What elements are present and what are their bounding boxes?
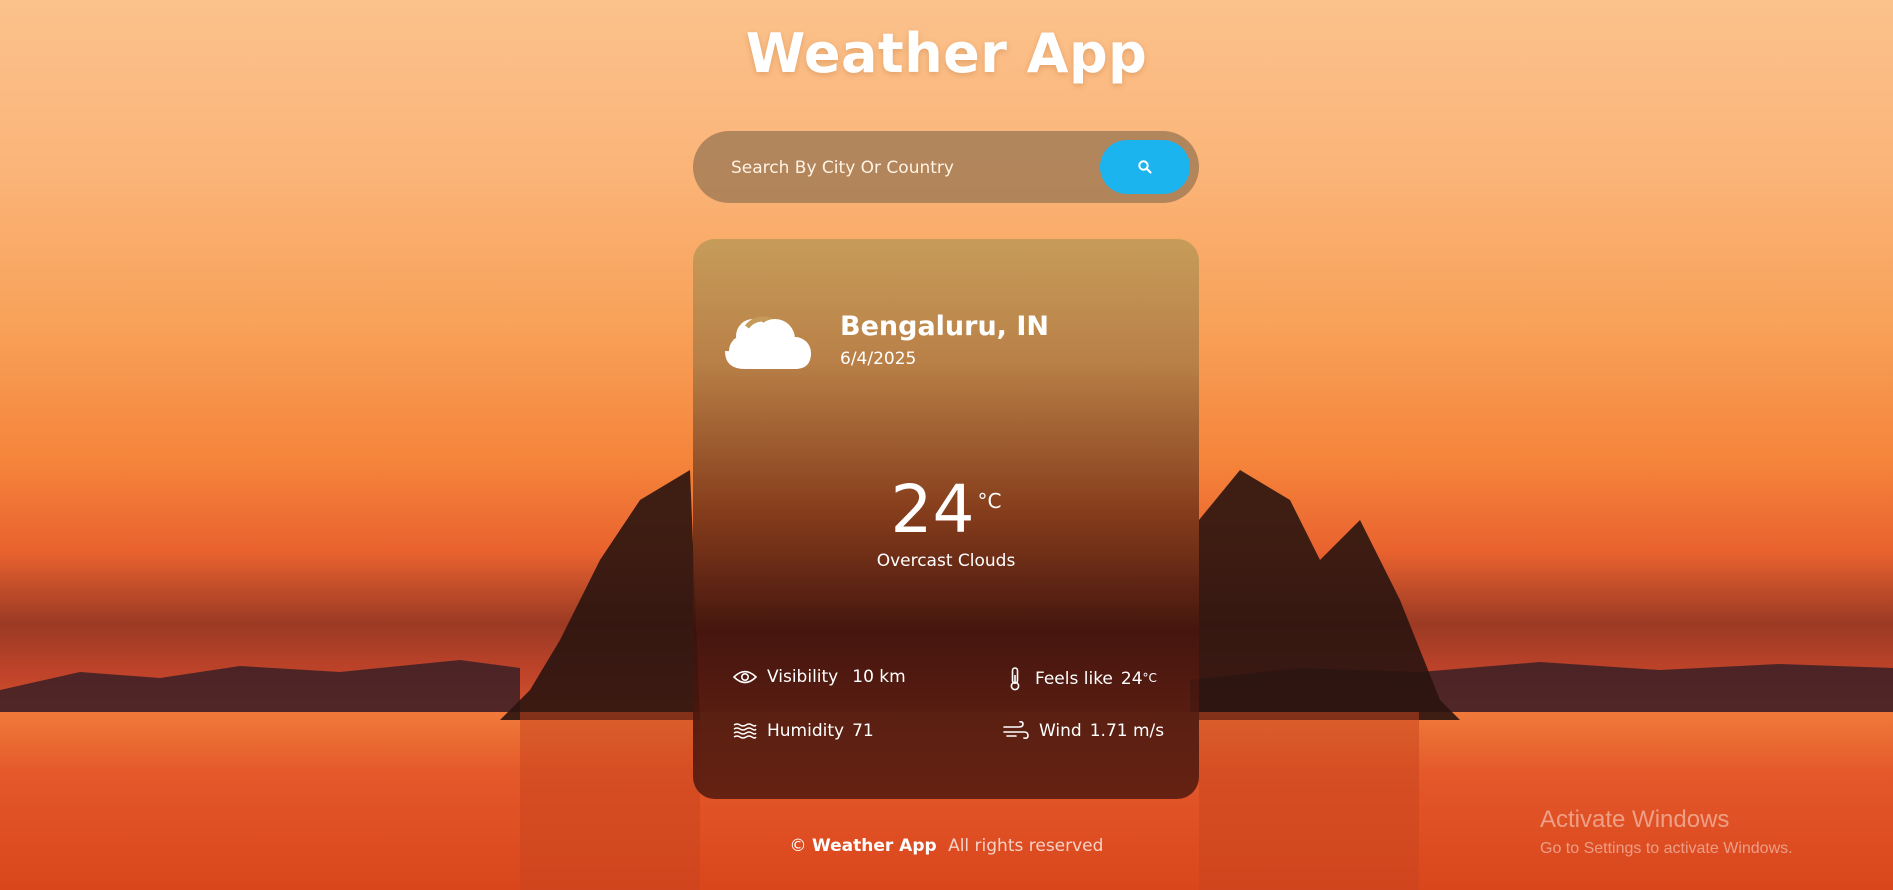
footer-brand: Weather App — [811, 836, 937, 856]
current-date: 6/4/2025 — [840, 349, 917, 369]
temperature-display: 24 °C — [693, 477, 1199, 543]
feels-like-value: 24°C — [1120, 669, 1157, 689]
weather-card: Bengaluru, IN 6/4/2025 24 °C Overcast Clo… — [693, 239, 1199, 799]
copyright-symbol: © — [789, 836, 807, 856]
visibility-label: Visibility — [767, 667, 839, 687]
feels-like-label: Feels like — [1035, 669, 1113, 689]
thermometer-icon — [1010, 667, 1020, 691]
search-icon — [1138, 160, 1152, 174]
humidity-stat: Humidity 71 — [733, 721, 874, 741]
cloud-icon — [725, 316, 811, 369]
waves-icon — [733, 723, 757, 739]
watermark-title: Activate Windows — [1540, 806, 1730, 833]
activate-windows-watermark: Activate Windows Go to Settings to activ… — [1540, 806, 1793, 858]
visibility-stat: Visibility 10 km — [733, 667, 906, 687]
visibility-value: 10 km — [852, 667, 906, 687]
footer-rights: All rights reserved — [948, 836, 1104, 856]
watermark-subtitle: Go to Settings to activate Windows. — [1540, 840, 1793, 857]
feels-like-unit: °C — [1142, 671, 1157, 685]
humidity-label: Humidity — [767, 721, 845, 741]
search-input[interactable] — [729, 149, 1073, 187]
temperature-unit: °C — [977, 489, 1002, 513]
eye-icon — [733, 670, 757, 684]
weather-description: Overcast Clouds — [876, 551, 1016, 571]
temperature-value: 24 — [890, 471, 975, 548]
humidity-value: 71 — [852, 721, 874, 741]
wind-label: Wind — [1039, 721, 1082, 741]
search-bar — [693, 131, 1199, 203]
city-name: Bengaluru, IN — [840, 311, 1049, 342]
feels-like-stat: Feels like 24°C — [1005, 667, 1157, 691]
wind-stat: Wind 1.71 m/s — [1003, 721, 1164, 741]
wind-value: 1.71 m/s — [1089, 721, 1165, 741]
search-button[interactable] — [1100, 140, 1190, 194]
page-title: Weather App — [745, 22, 1148, 85]
wind-icon — [1003, 721, 1029, 740]
